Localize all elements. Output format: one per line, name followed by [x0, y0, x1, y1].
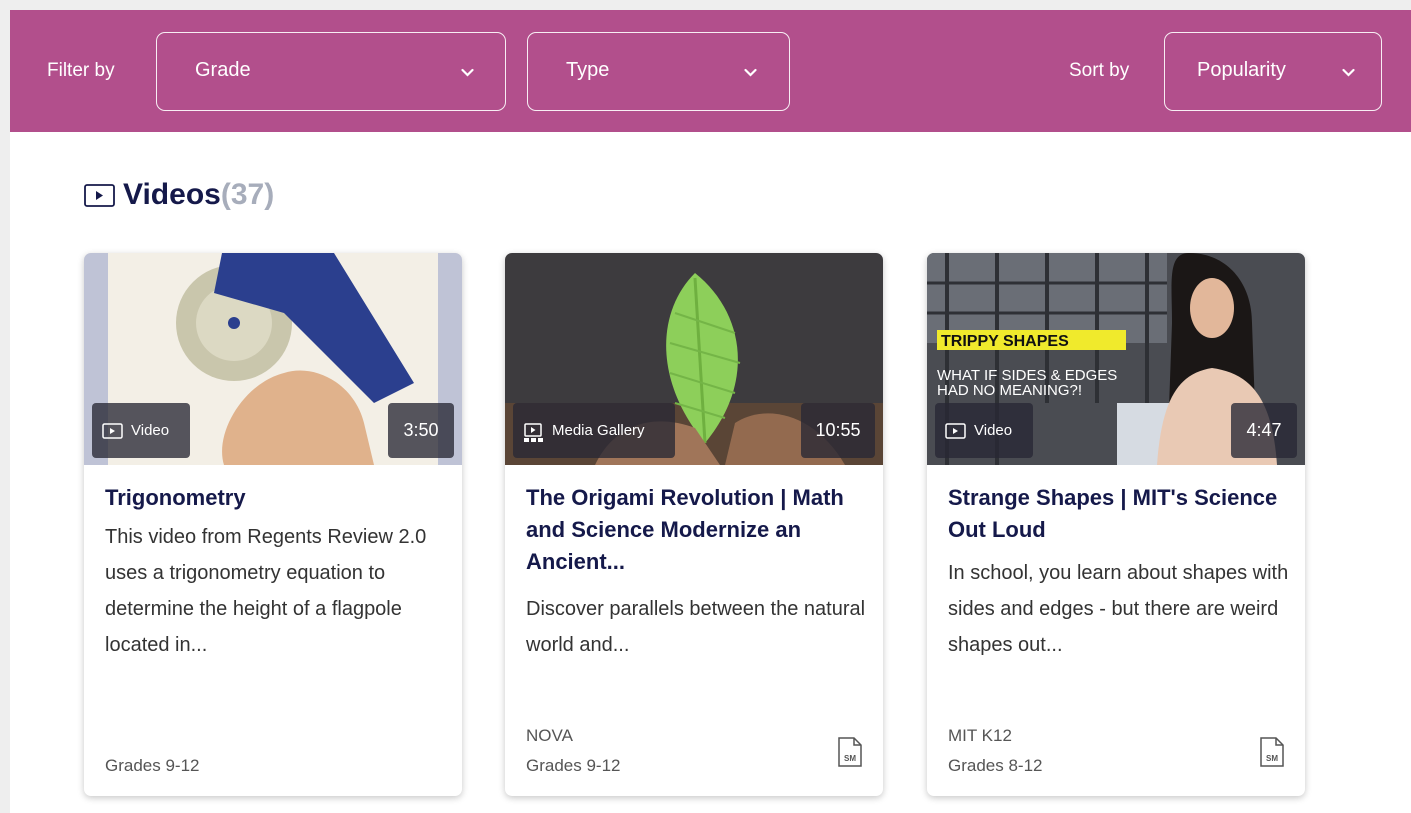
type-select-value: Type [566, 59, 610, 81]
card-title[interactable]: Trigonometry [105, 482, 450, 514]
video-icon [84, 183, 115, 207]
sort-label: Sort by [1069, 60, 1130, 81]
sort-select-value: Popularity [1197, 59, 1286, 81]
card-thumbnail[interactable]: TRIPPY SHAPES WHAT IF SIDES & EDGES HAD … [927, 253, 1305, 465]
filter-label: Filter by [47, 60, 115, 81]
video-icon [102, 422, 123, 439]
card-description: In school, you learn about shapes with s… [948, 562, 1289, 656]
card-thumbnail[interactable]: Video 3:50 [84, 253, 462, 465]
badge-label: Video [974, 422, 1013, 439]
resource-card[interactable]: Media Gallery 10:55 The Origami Revoluti… [505, 253, 883, 796]
content-type-badge: Media Gallery [513, 403, 675, 458]
card-thumbnail[interactable]: Media Gallery 10:55 [505, 253, 883, 465]
video-icon [945, 422, 966, 439]
resource-card[interactable]: Video 3:50 Trigonometry This video from … [84, 253, 462, 796]
grade-select-value: Grade [195, 59, 251, 81]
card-description: Discover parallels between the natural w… [526, 598, 866, 656]
filter-bar: Filter by Grade Type Sort by Popularity [10, 10, 1411, 132]
card-title[interactable]: The Origami Revolution | Math and Scienc… [526, 482, 871, 578]
duration-badge: 4:47 [1231, 403, 1297, 458]
thumb-caption: TRIPPY SHAPES [941, 333, 1069, 350]
thumb-subtitle: HAD NO MEANING?! [937, 382, 1082, 399]
type-select[interactable]: Type [527, 32, 790, 111]
grade-select[interactable]: Grade [156, 32, 506, 111]
sm-document-icon[interactable]: SM [837, 737, 863, 767]
page: Filter by Grade Type Sort by Popularity … [10, 10, 1411, 813]
badge-label: Video [131, 422, 170, 439]
chevron-down-icon [744, 66, 757, 79]
svg-text:SM: SM [1266, 754, 1278, 763]
card-description: This video from Regents Review 2.0 uses … [105, 526, 427, 656]
sm-document-icon[interactable]: SM [1259, 737, 1285, 767]
svg-text:SM: SM [844, 754, 856, 763]
content-type-badge: Video [92, 403, 190, 458]
sort-select[interactable]: Popularity [1164, 32, 1382, 111]
media-gallery-icon [523, 422, 544, 442]
duration-badge: 10:55 [801, 403, 875, 458]
duration-badge: 3:50 [388, 403, 454, 458]
card-source: NOVA [526, 726, 573, 745]
card-grades: Grades 9-12 [526, 756, 621, 775]
chevron-down-icon [461, 66, 474, 79]
section-count: (37) [220, 178, 275, 211]
chevron-down-icon [1342, 66, 1355, 79]
card-grades: Grades 9-12 [105, 756, 200, 775]
section-title: Videos [123, 178, 221, 211]
content-type-badge: Video [935, 403, 1033, 458]
card-grades: Grades 8-12 [948, 756, 1043, 775]
card-source: MIT K12 [948, 726, 1012, 745]
badge-label: Media Gallery [552, 422, 645, 439]
section-header: Videos (37) [84, 175, 274, 215]
resource-card[interactable]: TRIPPY SHAPES WHAT IF SIDES & EDGES HAD … [927, 253, 1305, 796]
card-title[interactable]: Strange Shapes | MIT's Science Out Loud [948, 482, 1293, 546]
